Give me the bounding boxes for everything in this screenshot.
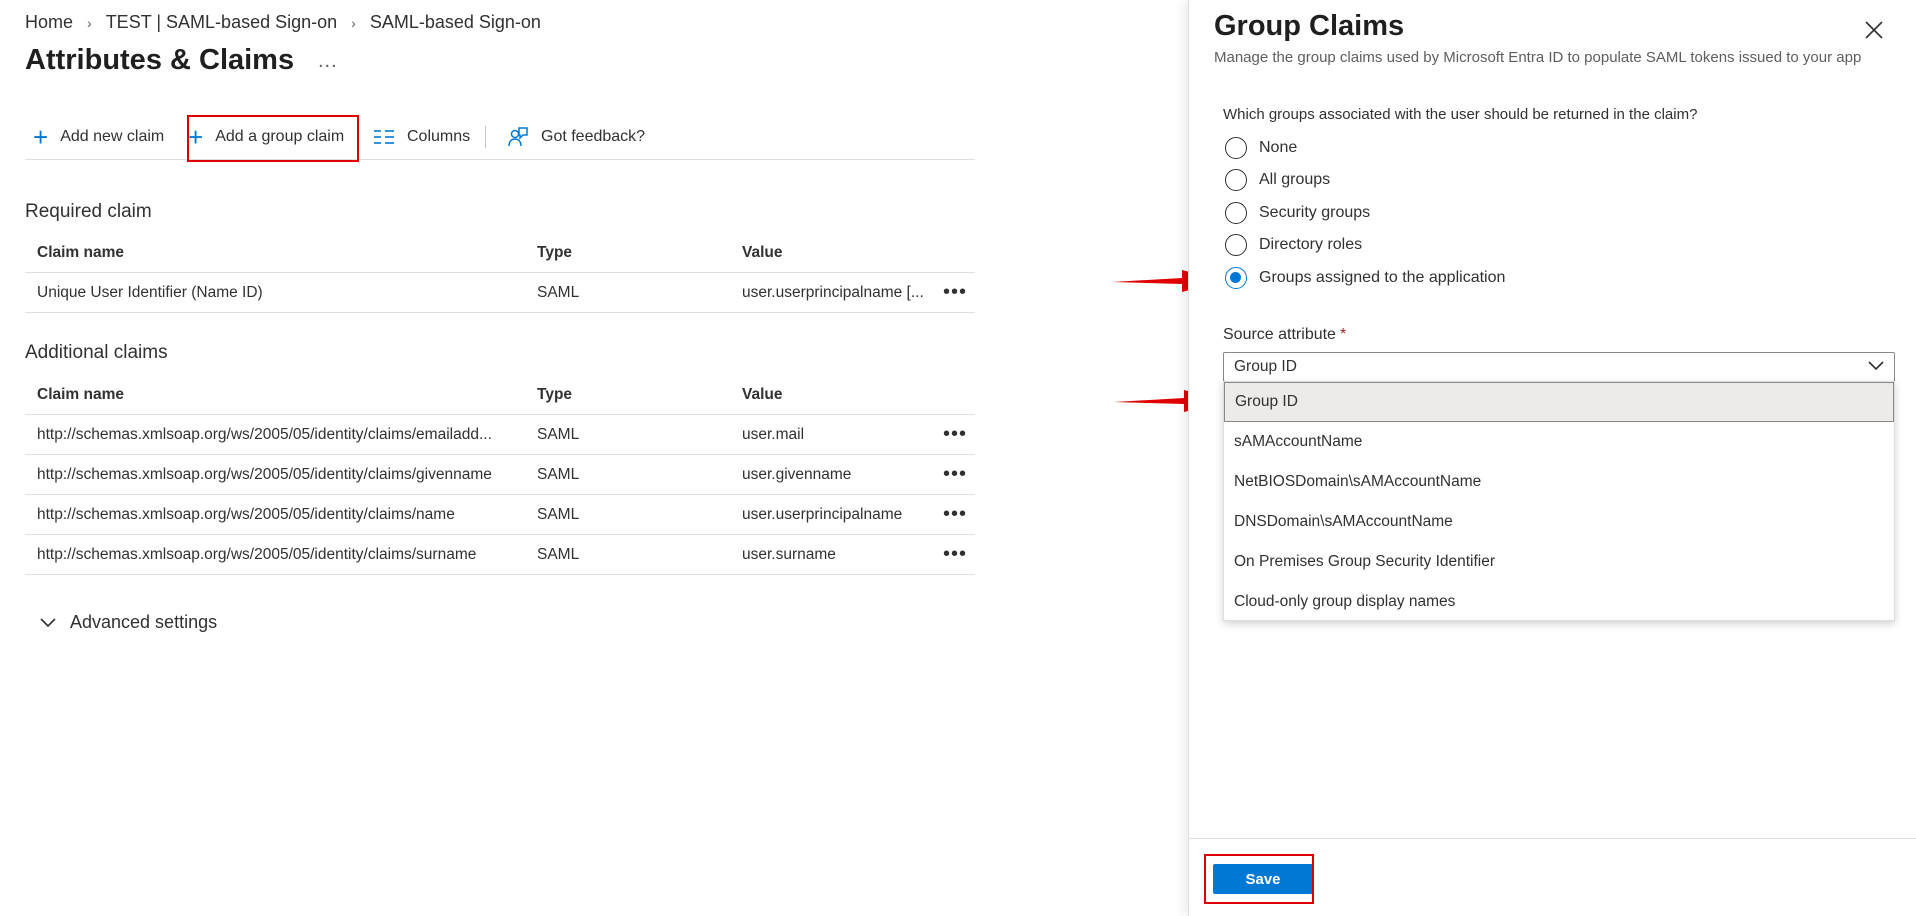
claim-type-cell: SAML <box>537 465 580 483</box>
group-claims-panel: Group Claims Manage the group claims use… <box>1188 0 1916 916</box>
toolbar-divider <box>485 126 486 148</box>
advanced-settings-label: Advanced settings <box>70 612 218 632</box>
source-attribute-label: Source attribute * <box>1223 326 1346 344</box>
dropdown-option-cloud-display-names[interactable]: Cloud-only group display names <box>1224 582 1894 622</box>
add-new-claim-label: Add new claim <box>60 128 165 145</box>
breadcrumb-saml[interactable]: SAML-based Sign-on <box>370 12 541 33</box>
claim-name-cell: Unique User Identifier (Name ID) <box>37 283 263 301</box>
row-more-icon[interactable]: ••• <box>940 273 970 312</box>
chevron-down-icon <box>1868 361 1884 371</box>
panel-subtitle: Manage the group claims used by Microsof… <box>1214 49 1862 66</box>
claim-value-cell: user.givenname <box>742 465 852 483</box>
command-bar: + Add new claim + Add a group claim Colu… <box>25 116 975 160</box>
row-more-icon[interactable]: ••• <box>940 455 970 494</box>
claim-type-cell: SAML <box>537 283 580 301</box>
radio-label: Directory roles <box>1259 236 1363 253</box>
claim-name-cell: http://schemas.xmlsoap.org/ws/2005/05/id… <box>37 425 492 443</box>
radio-button[interactable] <box>1225 202 1247 224</box>
chevron-right-icon: › <box>87 14 92 31</box>
page-title: Attributes & Claims <box>25 44 295 76</box>
header-claim-name: Claim name <box>37 385 125 403</box>
save-button-highlight <box>1204 854 1314 904</box>
row-more-icon[interactable]: ••• <box>940 415 970 454</box>
required-claim-title: Required claim <box>25 201 152 222</box>
source-attribute-dropdown[interactable]: Group ID <box>1223 352 1895 382</box>
radio-option-security-groups[interactable]: Security groups <box>1225 202 1370 224</box>
table-header: Claim name Type Value <box>25 375 975 415</box>
claim-value-cell: user.mail <box>742 425 805 443</box>
header-value: Value <box>742 385 783 403</box>
source-attribute-text: Source attribute <box>1223 326 1336 343</box>
radio-label: Security groups <box>1259 204 1371 221</box>
group-question: Which groups associated with the user sh… <box>1223 106 1698 123</box>
claim-type-cell: SAML <box>537 545 580 563</box>
radio-option-directory-roles[interactable]: Directory roles <box>1225 234 1362 256</box>
feedback-button[interactable]: Got feedback? <box>507 122 645 152</box>
header-claim-name: Claim name <box>37 243 125 261</box>
table-row[interactable]: http://schemas.xmlsoap.org/ws/2005/05/id… <box>25 535 975 575</box>
radio-label: None <box>1259 139 1298 156</box>
dropdown-option-onprem-sid[interactable]: On Premises Group Security Identifier <box>1224 542 1894 582</box>
panel-title: Group Claims <box>1214 10 1405 42</box>
required-claim-table: Claim name Type Value Unique User Identi… <box>25 233 975 313</box>
radio-option-none[interactable]: None <box>1225 137 1297 159</box>
plus-icon: + <box>33 122 49 152</box>
radio-button[interactable] <box>1225 169 1247 191</box>
close-icon[interactable] <box>1862 18 1886 42</box>
columns-button[interactable]: Columns <box>373 122 470 152</box>
additional-claims-table: Claim name Type Value http://schemas.xml… <box>25 375 975 575</box>
table-row[interactable]: http://schemas.xmlsoap.org/ws/2005/05/id… <box>25 415 975 455</box>
attributes-claims-page: Home › TEST | SAML-based Sign-on › SAML-… <box>0 0 1188 916</box>
table-row[interactable]: Unique User Identifier (Name ID) SAML us… <box>25 273 975 313</box>
breadcrumb-home[interactable]: Home <box>25 12 73 33</box>
breadcrumb: Home › TEST | SAML-based Sign-on › SAML-… <box>25 12 541 33</box>
add-group-claim-highlight <box>187 115 359 162</box>
feedback-icon <box>508 127 528 147</box>
radio-button[interactable] <box>1225 137 1247 159</box>
feedback-label: Got feedback? <box>541 128 646 145</box>
chevron-down-icon <box>40 617 56 627</box>
panel-footer-divider <box>1189 838 1916 839</box>
radio-option-groups-assigned[interactable]: Groups assigned to the application <box>1225 267 1505 289</box>
claim-value-cell: user.userprincipalname <box>742 505 903 523</box>
required-asterisk: * <box>1339 326 1347 343</box>
claim-value-cell: user.userprincipalname [... <box>742 283 924 301</box>
table-header: Claim name Type Value <box>25 233 975 273</box>
claim-value-cell: user.surname <box>742 545 836 563</box>
dropdown-option-netbios-samaccountname[interactable]: NetBIOSDomain\sAMAccountName <box>1224 462 1894 502</box>
columns-icon <box>374 130 394 144</box>
radio-button[interactable] <box>1225 234 1247 256</box>
add-new-claim-button[interactable]: + Add new claim <box>33 122 164 152</box>
header-value: Value <box>742 243 783 261</box>
row-more-icon[interactable]: ••• <box>940 535 970 574</box>
table-row[interactable]: http://schemas.xmlsoap.org/ws/2005/05/id… <box>25 495 975 535</box>
claim-name-cell: http://schemas.xmlsoap.org/ws/2005/05/id… <box>37 465 492 483</box>
claim-type-cell: SAML <box>537 425 580 443</box>
dropdown-option-group-id[interactable]: Group ID <box>1224 382 1894 422</box>
dropdown-option-samaccountname[interactable]: sAMAccountName <box>1224 422 1894 462</box>
header-type: Type <box>537 385 573 403</box>
chevron-right-icon: › <box>351 14 356 31</box>
row-more-icon[interactable]: ••• <box>940 495 970 534</box>
advanced-settings-toggle[interactable]: Advanced settings <box>40 612 217 633</box>
source-attribute-options: Group ID sAMAccountName NetBIOSDomain\sA… <box>1223 381 1895 621</box>
columns-label: Columns <box>407 128 471 145</box>
dropdown-option-dns-samaccountname[interactable]: DNSDomain\sAMAccountName <box>1224 502 1894 542</box>
breadcrumb-app[interactable]: TEST | SAML-based Sign-on <box>106 12 337 33</box>
source-attribute-value: Group ID <box>1234 358 1297 375</box>
claim-name-cell: http://schemas.xmlsoap.org/ws/2005/05/id… <box>37 505 455 523</box>
radio-button-selected[interactable] <box>1225 267 1247 289</box>
claim-name-cell: http://schemas.xmlsoap.org/ws/2005/05/id… <box>37 545 477 563</box>
claim-type-cell: SAML <box>537 505 580 523</box>
more-options-icon[interactable]: ... <box>318 50 338 73</box>
table-row[interactable]: http://schemas.xmlsoap.org/ws/2005/05/id… <box>25 455 975 495</box>
radio-label: Groups assigned to the application <box>1259 269 1506 286</box>
radio-option-all-groups[interactable]: All groups <box>1225 169 1330 191</box>
header-type: Type <box>537 243 573 261</box>
radio-label: All groups <box>1259 171 1331 188</box>
additional-claims-title: Additional claims <box>25 342 168 363</box>
